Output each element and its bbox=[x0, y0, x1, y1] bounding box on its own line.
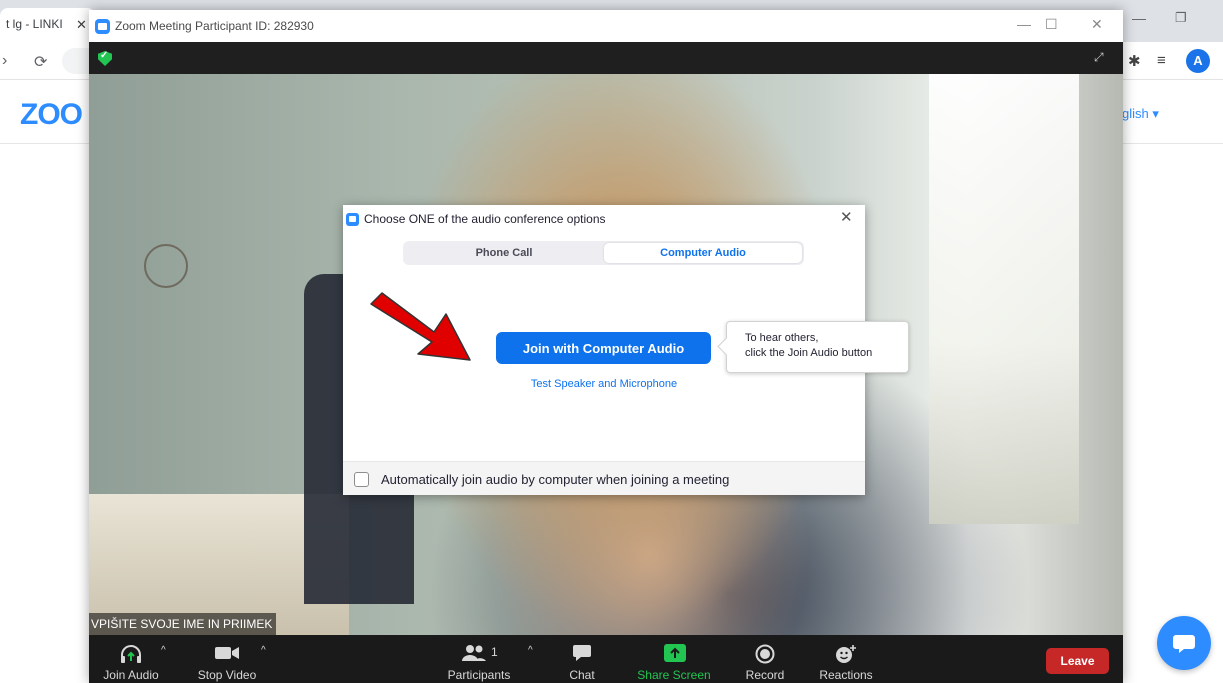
participants-button[interactable]: 1 Participants bbox=[434, 635, 524, 683]
video-window-light bbox=[929, 74, 1079, 524]
participants-count: 1 bbox=[491, 645, 498, 659]
participant-name-tag: VPIŠITE SVOJE IME IN PRIIMEK bbox=[89, 613, 277, 635]
chat-widget-button[interactable] bbox=[1157, 616, 1211, 670]
meeting-toolbar: Join Audio ^ Stop Video ^ 1 Participants… bbox=[89, 635, 1123, 683]
browser-minimize-icon[interactable]: — bbox=[1132, 10, 1146, 26]
window-minimize-icon[interactable]: — bbox=[1017, 16, 1031, 32]
test-speaker-microphone-link[interactable]: Test Speaker and Microphone bbox=[343, 378, 865, 390]
video-options-chevron-icon[interactable]: ^ bbox=[261, 645, 266, 656]
share-screen-label: Share Screen bbox=[637, 668, 711, 682]
participants-icon bbox=[462, 645, 486, 661]
stop-video-button[interactable]: Stop Video bbox=[187, 635, 267, 683]
tab-phone-call[interactable]: Phone Call bbox=[405, 243, 603, 263]
join-audio-button[interactable]: Join Audio bbox=[93, 635, 169, 683]
dialog-title: Choose ONE of the audio conference optio… bbox=[364, 212, 606, 226]
reading-list-icon[interactable]: ≡ bbox=[1157, 52, 1166, 69]
zoom-window-title: Zoom Meeting Participant ID: 282930 bbox=[115, 19, 314, 33]
audio-options-chevron-icon[interactable]: ^ bbox=[161, 645, 166, 656]
share-screen-icon bbox=[664, 644, 686, 662]
profile-avatar[interactable]: A bbox=[1186, 49, 1210, 73]
window-close-icon[interactable]: ✕ bbox=[1091, 16, 1103, 33]
auto-join-row: Automatically join audio by computer whe… bbox=[343, 461, 865, 495]
window-maximize-icon[interactable]: ☐ bbox=[1045, 16, 1058, 33]
fullscreen-icon[interactable]: ⤢ bbox=[1094, 50, 1104, 65]
zoom-titlebar: Zoom Meeting Participant ID: 282930 — ☐ … bbox=[89, 10, 1123, 42]
tab-computer-audio[interactable]: Computer Audio bbox=[604, 243, 802, 263]
auto-join-checkbox[interactable] bbox=[354, 472, 369, 487]
site-logo[interactable]: ZOO bbox=[20, 98, 83, 132]
record-icon bbox=[755, 644, 775, 664]
record-label: Record bbox=[745, 668, 785, 682]
chat-bubble-icon bbox=[1173, 635, 1195, 653]
reload-icon[interactable]: ⟳ bbox=[34, 52, 47, 72]
extensions-icon[interactable]: ✱ bbox=[1128, 52, 1141, 70]
browser-tab-title: t lg - LINKI bbox=[6, 17, 63, 31]
leave-meeting-button[interactable]: Leave bbox=[1046, 648, 1109, 674]
reactions-emoji-icon bbox=[836, 645, 856, 663]
reactions-label: Reactions bbox=[819, 668, 873, 682]
chat-label: Chat bbox=[569, 668, 595, 682]
join-computer-audio-button[interactable]: Join with Computer Audio bbox=[496, 332, 711, 364]
video-camera-icon bbox=[215, 647, 239, 659]
chat-button[interactable]: Chat bbox=[557, 635, 607, 683]
tooltip-line-2: click the Join Audio button bbox=[745, 347, 873, 359]
zoom-app-icon bbox=[95, 19, 110, 34]
zoom-dialog-icon bbox=[346, 213, 359, 226]
forward-icon[interactable]: › bbox=[2, 52, 7, 70]
browser-tab[interactable]: t lg - LINKI ✕ bbox=[0, 8, 95, 42]
chat-icon bbox=[573, 645, 591, 661]
share-screen-button[interactable]: Share Screen bbox=[629, 635, 719, 683]
join-audio-label: Join Audio bbox=[103, 668, 159, 682]
zoom-topbar: ⤢ bbox=[89, 42, 1123, 74]
record-button[interactable]: Record bbox=[737, 635, 793, 683]
participants-label: Participants bbox=[447, 668, 511, 682]
zoom-meeting-window: Zoom Meeting Participant ID: 282930 — ☐ … bbox=[89, 10, 1123, 683]
red-annotation-arrow-icon bbox=[370, 292, 471, 361]
participants-options-chevron-icon[interactable]: ^ bbox=[528, 645, 533, 656]
tooltip-line-1: To hear others, bbox=[745, 332, 819, 344]
dialog-close-icon[interactable]: ✕ bbox=[840, 208, 853, 226]
audio-tab-bar: Phone Call Computer Audio bbox=[403, 241, 804, 265]
encryption-shield-icon[interactable] bbox=[98, 51, 112, 66]
stop-video-label: Stop Video bbox=[197, 668, 257, 682]
video-dreamcatcher bbox=[144, 244, 188, 288]
join-audio-tooltip: To hear others, click the Join Audio but… bbox=[726, 321, 909, 373]
reactions-button[interactable]: Reactions bbox=[813, 635, 879, 683]
browser-tab-close-icon[interactable]: ✕ bbox=[76, 17, 87, 33]
browser-restore-icon[interactable]: ❐ bbox=[1175, 10, 1187, 26]
auto-join-label[interactable]: Automatically join audio by computer whe… bbox=[381, 472, 729, 487]
language-selector[interactable]: glish ▾ bbox=[1122, 106, 1159, 122]
headphones-icon bbox=[121, 645, 141, 663]
